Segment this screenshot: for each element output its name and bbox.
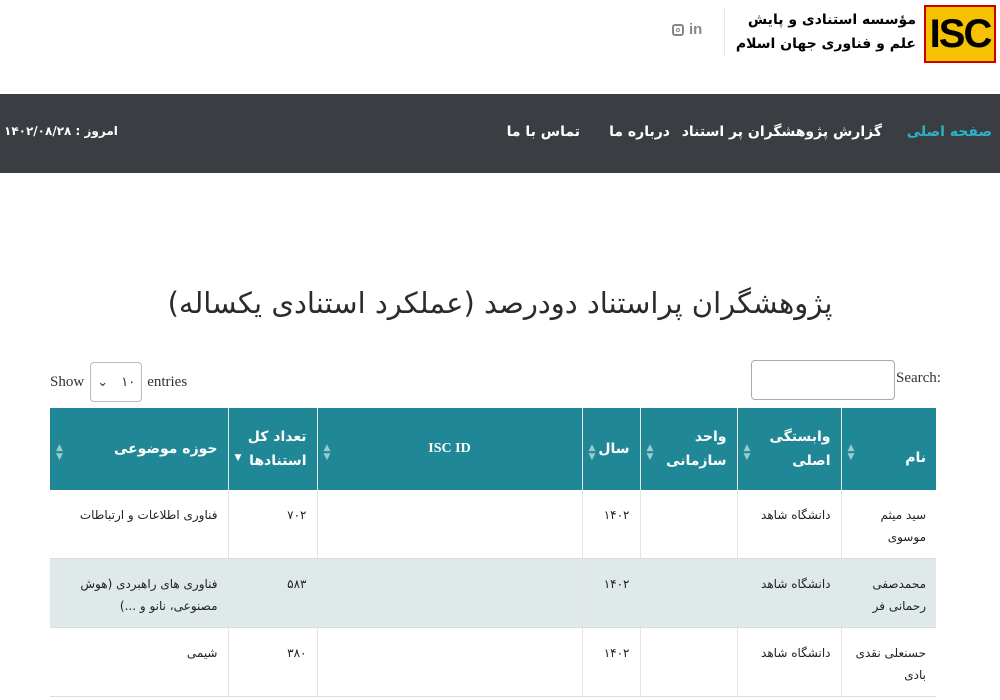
chevron-down-icon: ⌄ — [97, 374, 109, 389]
column-header-year[interactable]: ▲ ▼ سال — [582, 408, 641, 490]
cell-year: ۱۴۰۲ — [582, 490, 641, 559]
cell-isc-id — [317, 490, 583, 559]
search-label: Search: — [896, 370, 941, 386]
cell-isc-id — [317, 558, 583, 628]
cell-field: فناوری های راهبردی (هوش مصنوعی، نانو و .… — [50, 558, 229, 628]
cell-affiliation: دانشگاه شاهد — [737, 558, 842, 628]
isc-logo[interactable]: ISC — [924, 5, 996, 63]
cell-citations: ۳۸۰ — [228, 627, 318, 697]
sort-icon: ▲ ▼ — [323, 443, 331, 462]
nav-item-highly-cited-report[interactable]: گزارش پژوهشگران پر استناد — [682, 124, 882, 140]
cell-year: ۱۴۰۲ — [582, 558, 641, 628]
column-header-isc-id[interactable]: ▲ ▼ ISC ID — [317, 408, 583, 490]
table-row[interactable]: شیمی ۳۸۰ ۱۴۰۲ دانشگاه شاهد حسنعلی نقدی ب… — [50, 627, 936, 697]
social-links: in — [672, 22, 702, 37]
main-nav: صفحه اصلی گزارش پژوهشگران پر استناد دربا… — [0, 94, 1000, 173]
entries-select[interactable]: ⌄ ۱۰ — [90, 362, 143, 402]
column-header-field[interactable]: ▲ ▼ حوزه موضوعی — [50, 408, 229, 490]
show-label: Show — [50, 373, 85, 390]
column-header-unit[interactable]: ▲ ▼ واحد سازمانی — [640, 408, 738, 490]
cell-affiliation: دانشگاه شاهد — [737, 627, 842, 697]
cell-affiliation: دانشگاه شاهد — [737, 490, 842, 559]
researchers-table: ▲ ▼ حوزه موضوعی ▼ تعداد کل استنادها ▲ ▼ IS… — [50, 408, 936, 697]
linkedin-icon[interactable]: in — [689, 22, 702, 37]
column-header-affiliation[interactable]: ▲ ▼ وابستگی اصلی — [737, 408, 842, 490]
search-input[interactable] — [751, 360, 895, 400]
cell-name: سید میثم موسوی — [841, 490, 936, 559]
table-row[interactable]: فناوری اطلاعات و ارتباطات ۷۰۲ ۱۴۰۲ دانشگ… — [50, 490, 936, 559]
entries-value: ۱۰ — [121, 374, 136, 389]
org-name: مؤسسه استنادی و پایش علم و فناوری جهان ا… — [716, 8, 916, 56]
cell-name: حسنعلی نقدی بادی — [841, 627, 936, 697]
cell-name: محمدصفی رحمانی فر — [841, 558, 936, 628]
cell-unit — [640, 558, 738, 628]
entries-length-control: Show ⌄ ۱۰ entries — [50, 362, 187, 402]
sort-icon: ▲ ▼ — [56, 443, 63, 462]
cell-field: شیمی — [50, 627, 229, 697]
sort-desc-icon: ▼ — [234, 453, 242, 463]
instagram-icon[interactable] — [672, 23, 684, 36]
cell-field: فناوری اطلاعات و ارتباطات — [50, 490, 229, 559]
org-name-line2: علم و فناوری جهان اسلام — [735, 36, 916, 52]
cell-year: ۱۴۰۲ — [582, 627, 641, 697]
table-row[interactable]: فناوری های راهبردی (هوش مصنوعی، نانو و .… — [50, 558, 936, 628]
cell-unit — [640, 490, 738, 559]
nav-item-contact[interactable]: تماس با ما — [507, 124, 580, 140]
today-date: امروز : ۱۴۰۲/۰۸/۲۸ — [4, 124, 118, 138]
table-header-row: ▲ ▼ حوزه موضوعی ▼ تعداد کل استنادها ▲ ▼ IS… — [50, 408, 936, 490]
entries-label: entries — [147, 373, 188, 390]
cell-citations: ۵۸۳ — [228, 558, 318, 628]
sort-icon: ▲ ▼ — [588, 443, 596, 462]
org-name-line1: مؤسسه استنادی و پایش — [747, 12, 916, 28]
nav-item-about[interactable]: درباره ما — [609, 124, 670, 140]
page-title: پژوهشگران پراستناد دودرصد (عملکرد استناد… — [167, 286, 833, 320]
column-header-citations[interactable]: ▼ تعداد کل استنادها — [228, 408, 318, 490]
cell-unit — [640, 627, 738, 697]
logo-text: ISC — [929, 11, 993, 56]
site-header: ISC مؤسسه استنادی و پایش علم و فناوری جه… — [0, 0, 1000, 94]
nav-item-home[interactable]: صفحه اصلی — [907, 124, 992, 140]
cell-citations: ۷۰۲ — [228, 490, 318, 559]
sort-icon: ▲ ▼ — [847, 443, 855, 462]
header-divider — [724, 8, 725, 56]
sort-icon: ▲ ▼ — [646, 443, 654, 462]
cell-isc-id — [317, 627, 583, 697]
sort-icon: ▲ ▼ — [743, 443, 751, 462]
column-header-name[interactable]: ▲ ▼ نام — [841, 408, 936, 490]
